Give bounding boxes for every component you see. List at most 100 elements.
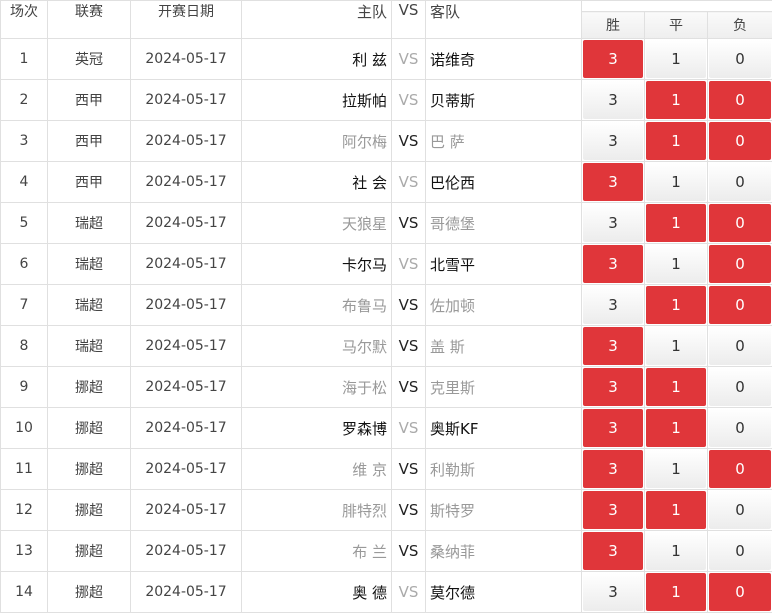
odds-draw-button[interactable]: 1 <box>646 450 706 488</box>
odds-win-button[interactable]: 3 <box>583 450 643 488</box>
odds-win-button[interactable]: 3 <box>583 368 643 406</box>
odds-lose-button[interactable]: 0 <box>709 491 771 529</box>
match-number: 5 <box>1 203 48 244</box>
odds-win-button[interactable]: 3 <box>583 327 643 365</box>
odds-cell-win[interactable]: 3 <box>582 490 645 531</box>
odds-cell-win[interactable]: 3 <box>582 285 645 326</box>
odds-lose-button[interactable]: 0 <box>709 81 771 119</box>
odds-lose-button[interactable]: 0 <box>709 163 771 201</box>
odds-cell-lose[interactable]: 0 <box>708 449 772 490</box>
odds-cell-draw[interactable]: 1 <box>645 203 708 244</box>
odds-cell-win[interactable]: 3 <box>582 121 645 162</box>
odds-lose-button[interactable]: 0 <box>709 532 771 570</box>
odds-draw-button[interactable]: 1 <box>646 409 706 447</box>
odds-lose-button[interactable]: 0 <box>709 286 771 324</box>
odds-draw-button[interactable]: 1 <box>646 122 706 160</box>
odds-lose-button[interactable]: 0 <box>709 204 771 242</box>
odds-cell-draw[interactable]: 1 <box>645 121 708 162</box>
odds-cell-draw[interactable]: 1 <box>645 490 708 531</box>
odds-cell-draw[interactable]: 1 <box>645 80 708 121</box>
odds-win-button[interactable]: 3 <box>583 245 643 283</box>
odds-win-button[interactable]: 3 <box>583 532 643 570</box>
odds-cell-win[interactable]: 3 <box>582 203 645 244</box>
odds-draw-button[interactable]: 1 <box>646 286 706 324</box>
odds-cell-draw[interactable]: 1 <box>645 367 708 408</box>
odds-cell-win[interactable]: 3 <box>582 449 645 490</box>
vs-label: VS <box>392 490 426 531</box>
odds-draw-button[interactable]: 1 <box>646 491 706 529</box>
odds-win-button[interactable]: 3 <box>583 81 643 119</box>
league-name: 瑞超 <box>48 244 131 285</box>
odds-draw-button[interactable]: 1 <box>646 327 706 365</box>
header-away: 客队 <box>426 1 582 39</box>
league-name: 挪超 <box>48 449 131 490</box>
odds-cell-lose[interactable]: 0 <box>708 326 772 367</box>
match-date: 2024-05-17 <box>131 326 242 367</box>
odds-cell-lose[interactable]: 0 <box>708 121 772 162</box>
odds-cell-draw[interactable]: 1 <box>645 531 708 572</box>
match-date: 2024-05-17 <box>131 203 242 244</box>
odds-cell-draw[interactable]: 1 <box>645 162 708 203</box>
odds-lose-button[interactable]: 0 <box>709 245 771 283</box>
odds-lose-button[interactable]: 0 <box>709 40 771 78</box>
odds-cell-lose[interactable]: 0 <box>708 39 772 80</box>
odds-win-button[interactable]: 3 <box>583 163 643 201</box>
header-date: 开赛日期 <box>131 1 242 39</box>
odds-draw-button[interactable]: 1 <box>646 204 706 242</box>
odds-cell-draw[interactable]: 1 <box>645 572 708 613</box>
odds-cell-win[interactable]: 3 <box>582 162 645 203</box>
odds-draw-button[interactable]: 1 <box>646 81 706 119</box>
odds-cell-draw[interactable]: 1 <box>645 408 708 449</box>
odds-cell-win[interactable]: 3 <box>582 39 645 80</box>
odds-cell-lose[interactable]: 0 <box>708 203 772 244</box>
odds-cell-lose[interactable]: 0 <box>708 572 772 613</box>
match-number: 11 <box>1 449 48 490</box>
league-name: 挪超 <box>48 490 131 531</box>
odds-win-button[interactable]: 3 <box>583 573 643 611</box>
vs-label: VS <box>392 162 426 203</box>
odds-draw-button[interactable]: 1 <box>646 532 706 570</box>
odds-lose-button[interactable]: 0 <box>709 409 771 447</box>
odds-cell-win[interactable]: 3 <box>582 367 645 408</box>
odds-cell-lose[interactable]: 0 <box>708 162 772 203</box>
odds-lose-button[interactable]: 0 <box>709 327 771 365</box>
odds-win-button[interactable]: 3 <box>583 204 643 242</box>
league-name: 瑞超 <box>48 326 131 367</box>
odds-win-button[interactable]: 3 <box>583 122 643 160</box>
odds-lose-button[interactable]: 0 <box>709 573 771 611</box>
odds-win-button[interactable]: 3 <box>583 40 643 78</box>
odds-cell-lose[interactable]: 0 <box>708 531 772 572</box>
odds-draw-button[interactable]: 1 <box>646 40 706 78</box>
odds-cell-win[interactable]: 3 <box>582 531 645 572</box>
odds-cell-win[interactable]: 3 <box>582 244 645 285</box>
odds-cell-draw[interactable]: 1 <box>645 39 708 80</box>
odds-cell-lose[interactable]: 0 <box>708 367 772 408</box>
odds-cell-win[interactable]: 3 <box>582 80 645 121</box>
odds-cell-draw[interactable]: 1 <box>645 285 708 326</box>
odds-cell-draw[interactable]: 1 <box>645 449 708 490</box>
odds-win-button[interactable]: 3 <box>583 409 643 447</box>
odds-cell-lose[interactable]: 0 <box>708 80 772 121</box>
odds-lose-button[interactable]: 0 <box>709 450 771 488</box>
away-team: 利勒斯 <box>426 449 582 490</box>
odds-cell-win[interactable]: 3 <box>582 572 645 613</box>
odds-cell-win[interactable]: 3 <box>582 408 645 449</box>
odds-cell-lose[interactable]: 0 <box>708 285 772 326</box>
odds-draw-button[interactable]: 1 <box>646 368 706 406</box>
odds-lose-button[interactable]: 0 <box>709 122 771 160</box>
vs-label: VS <box>392 326 426 367</box>
odds-lose-button[interactable]: 0 <box>709 368 771 406</box>
odds-draw-button[interactable]: 1 <box>646 163 706 201</box>
odds-cell-lose[interactable]: 0 <box>708 408 772 449</box>
odds-draw-button[interactable]: 1 <box>646 573 706 611</box>
odds-cell-win[interactable]: 3 <box>582 326 645 367</box>
odds-win-button[interactable]: 3 <box>583 491 643 529</box>
odds-cell-draw[interactable]: 1 <box>645 326 708 367</box>
odds-draw-button[interactable]: 1 <box>646 245 706 283</box>
odds-cell-lose[interactable]: 0 <box>708 244 772 285</box>
odds-cell-draw[interactable]: 1 <box>645 244 708 285</box>
away-team: 北雪平 <box>426 244 582 285</box>
odds-win-button[interactable]: 3 <box>583 286 643 324</box>
match-date: 2024-05-17 <box>131 121 242 162</box>
odds-cell-lose[interactable]: 0 <box>708 490 772 531</box>
